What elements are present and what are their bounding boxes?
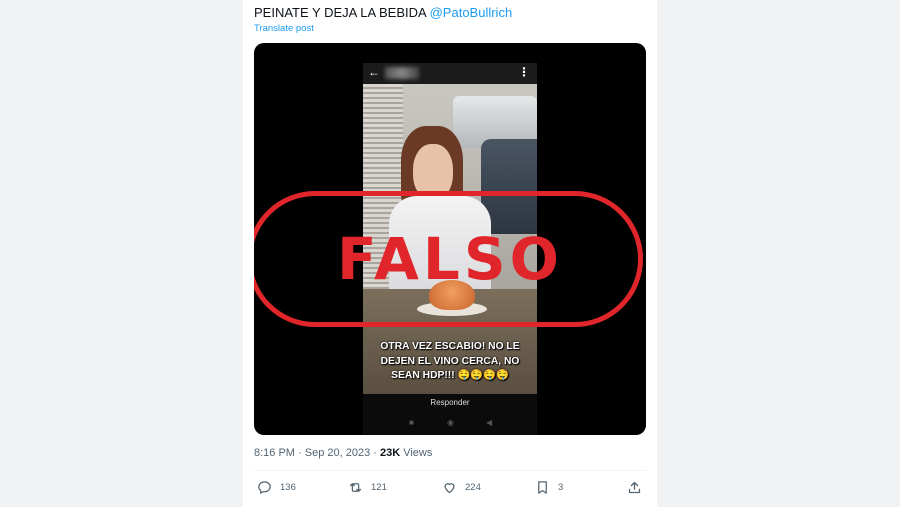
- views-label: Views: [400, 447, 433, 459]
- repost-icon: [349, 483, 362, 492]
- repost-button[interactable]: 121: [348, 480, 387, 495]
- divider: [254, 470, 646, 471]
- bookmark-icon: [538, 481, 547, 494]
- food: [429, 280, 475, 310]
- bookmark-count: 3: [558, 482, 564, 493]
- tweet-meta: 8:16 PM · Sep 20, 2023 · 23K Views: [254, 447, 432, 459]
- person-face: [413, 144, 453, 200]
- android-nav-bar: ■ ◉ ◀: [363, 415, 537, 433]
- timestamp[interactable]: 8:16 PM · Sep 20, 2023 ·: [254, 447, 380, 459]
- share-icon: [628, 481, 641, 494]
- like-button[interactable]: 224: [442, 480, 481, 495]
- like-count: 224: [465, 482, 481, 493]
- phone-top-bar: ← ⋮: [363, 63, 537, 84]
- reply-button[interactable]: 136: [257, 480, 296, 495]
- caption-line: OTRA VEZ ESCABIO! NO LE: [380, 341, 520, 352]
- more-vertical-icon: ⋮: [518, 65, 530, 79]
- video-caption: OTRA VEZ ESCABIO! NO LE DEJEN EL VINO CE…: [363, 340, 537, 384]
- tweet-text: PEINATE Y DEJA LA BEBIDA @PatoBullrich: [254, 5, 512, 20]
- share-button[interactable]: [627, 480, 642, 495]
- mention-link[interactable]: @PatoBullrich: [430, 5, 513, 20]
- caption-line: SEAN HDP!!! 🤤🤤🤤🤤: [391, 370, 509, 381]
- reply-count: 136: [280, 482, 296, 493]
- heart-icon: [444, 483, 455, 494]
- caption-line: DEJEN EL VINO CERCA, NO: [380, 355, 520, 367]
- blurred-username: [385, 67, 419, 79]
- square-icon: ■: [409, 418, 414, 427]
- tweet-media[interactable]: ← ⋮ OTRA VEZ ESCABIO! NO LE DEJEN EL VIN…: [254, 43, 646, 435]
- views-count: 23K: [379, 447, 401, 459]
- reply-prompt: Responder: [430, 398, 470, 407]
- action-bar: 136 121 224 3: [254, 480, 646, 498]
- back-arrow-icon: ←: [368, 65, 380, 79]
- tweet-text-body: PEINATE Y DEJA LA BEBIDA: [254, 5, 426, 20]
- triangle-back-icon: ◀: [486, 418, 493, 427]
- circle-icon: ◉: [447, 418, 454, 427]
- bookmark-button[interactable]: 3: [535, 480, 563, 495]
- repost-count: 121: [371, 482, 387, 493]
- phone-screenshot: ← ⋮ OTRA VEZ ESCABIO! NO LE DEJEN EL VIN…: [363, 63, 537, 435]
- reply-icon: [258, 481, 271, 494]
- translate-post-link[interactable]: Translate post: [254, 23, 314, 34]
